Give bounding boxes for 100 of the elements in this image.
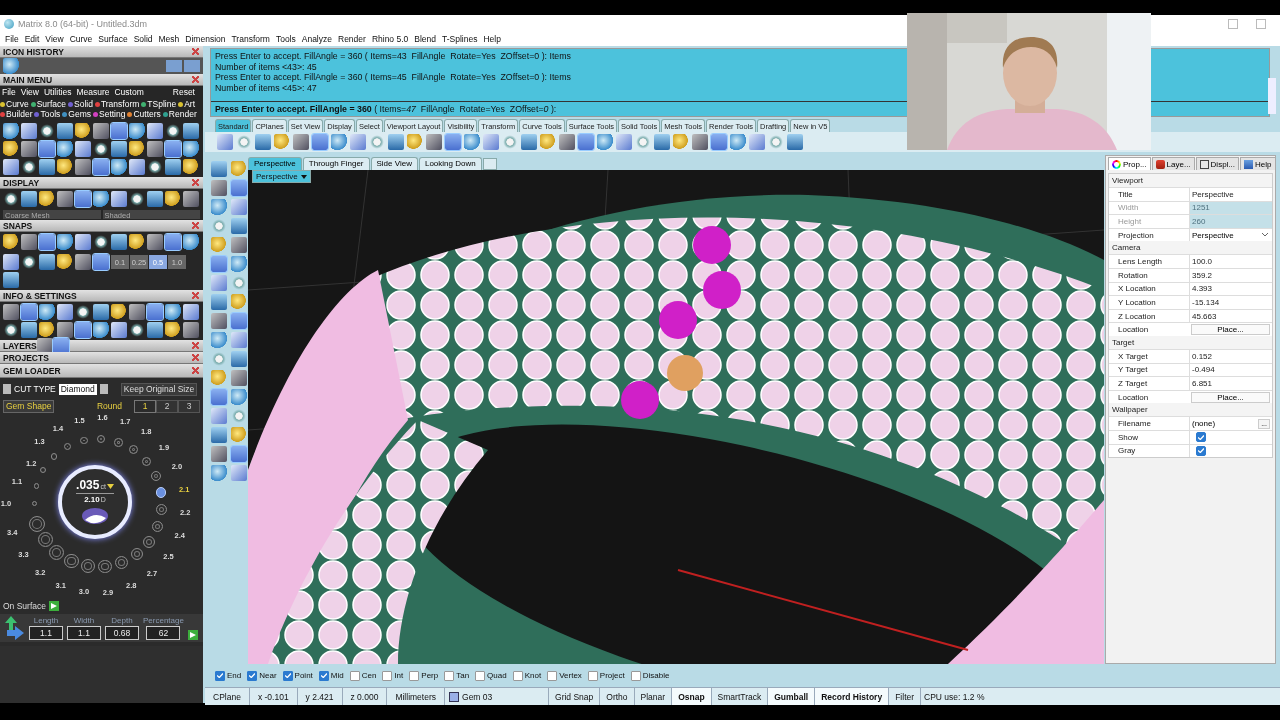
checkbox[interactable] (409, 670, 420, 681)
category-item[interactable]: Builder (0, 109, 33, 119)
toolbar-button[interactable] (183, 234, 199, 250)
category-item[interactable]: Solid (68, 99, 93, 109)
checkbox[interactable] (282, 670, 293, 681)
toolbar-button[interactable] (75, 304, 91, 320)
size-option[interactable] (151, 520, 164, 533)
checkbox[interactable] (1196, 445, 1206, 456)
size-option[interactable] (151, 470, 161, 481)
checkbox[interactable] (247, 670, 258, 681)
panel-tab[interactable]: Laye... (1151, 157, 1195, 170)
property-value[interactable]: 45.663 (1189, 309, 1272, 323)
size-option[interactable] (130, 547, 144, 560)
menu-item[interactable]: Mesh (155, 33, 183, 45)
size-option[interactable] (81, 559, 95, 574)
checkbox[interactable] (444, 670, 455, 681)
toolbar-button[interactable] (165, 322, 181, 338)
add-tab-button[interactable] (482, 158, 497, 170)
property-value[interactable]: 100.0 (1189, 255, 1272, 268)
panel-tab[interactable]: Displ... (1195, 157, 1240, 170)
scrollbar[interactable] (1268, 78, 1276, 114)
size-option[interactable] (40, 467, 47, 474)
size-option[interactable] (97, 435, 106, 444)
size-option[interactable] (64, 554, 79, 569)
toolbar-button[interactable] (129, 234, 145, 250)
place-button[interactable]: Place... (1191, 324, 1270, 336)
checkbox[interactable] (630, 670, 641, 681)
toolbar-button[interactable] (3, 191, 19, 207)
gem-shape-button[interactable]: Gem Shape (3, 399, 55, 413)
value-field[interactable]: 0.68 (105, 626, 139, 640)
size-option[interactable] (50, 453, 58, 460)
toolbar-button[interactable] (129, 191, 145, 207)
next-button[interactable] (99, 384, 108, 394)
size-option[interactable] (29, 515, 46, 532)
toolbar-button[interactable] (39, 304, 55, 320)
category-item[interactable]: Render (162, 109, 197, 119)
menu-item[interactable]: Custom (114, 87, 144, 97)
menu-item[interactable]: Rhino 5.0 (368, 33, 412, 45)
layer-name[interactable]: Gem 03 (462, 691, 493, 702)
viewport-tab[interactable]: Side View (370, 157, 418, 170)
status-toggle[interactable]: Osnap (672, 688, 712, 705)
size-option[interactable] (156, 504, 168, 516)
viewport-tab[interactable]: Perspective (248, 157, 302, 170)
toolbar-button[interactable] (183, 141, 199, 157)
toolbar-button[interactable] (75, 123, 91, 139)
checkbox[interactable] (215, 670, 225, 681)
toolbar-button[interactable] (57, 234, 73, 250)
menu-item[interactable]: Measure (76, 87, 110, 97)
panel-tab[interactable]: Help (1240, 157, 1276, 170)
toolbar-button[interactable] (165, 191, 181, 207)
toolbar-button[interactable] (39, 123, 55, 139)
toolbar-button[interactable] (111, 159, 127, 175)
toolbar-button[interactable] (3, 123, 19, 139)
menu-item[interactable]: Surface (95, 33, 131, 45)
menu-item[interactable]: File (2, 33, 22, 45)
toolbar-button[interactable] (183, 159, 199, 175)
category-item[interactable]: Surface (30, 99, 66, 109)
toolbar-button[interactable] (93, 191, 109, 207)
toolbar-button[interactable] (39, 322, 55, 338)
toolbar-button[interactable] (111, 304, 127, 320)
category-item[interactable]: Tools (34, 109, 61, 119)
checkbox[interactable] (547, 670, 558, 681)
menu-item[interactable]: File (2, 87, 16, 97)
toolbar-button[interactable] (57, 254, 73, 270)
toolbar-button[interactable] (147, 159, 163, 175)
toolbar-button[interactable] (129, 322, 145, 338)
category-item[interactable]: TSpline (141, 99, 177, 109)
category-item[interactable]: Art (178, 99, 195, 109)
toolbar-button[interactable] (39, 191, 55, 207)
toolbar-button[interactable] (3, 141, 19, 157)
value-field[interactable]: 1.1 (29, 626, 63, 640)
maximize-icon[interactable] (1228, 18, 1238, 29)
toolbar-button[interactable] (165, 304, 181, 320)
status-toggle[interactable]: Record History (815, 688, 890, 705)
size-option[interactable] (155, 487, 167, 498)
toolbar-button[interactable] (21, 254, 37, 270)
menu-item[interactable]: Transform (228, 33, 273, 45)
menu-item[interactable]: Analyze (298, 33, 335, 45)
menu-item[interactable]: Tools (272, 33, 299, 45)
menu-item[interactable]: Solid (130, 33, 156, 45)
property-value[interactable]: -0.494 (1189, 363, 1272, 377)
menu-item[interactable]: Utilities (44, 87, 72, 97)
viewport-label[interactable]: Perspective (252, 170, 311, 183)
panel-tab[interactable]: Prop... (1108, 157, 1151, 170)
menu-item[interactable]: Help (480, 33, 504, 45)
size-option[interactable] (115, 555, 129, 569)
category-item[interactable]: Setting (93, 109, 126, 119)
menu-item[interactable]: Edit (21, 33, 43, 45)
viewport-tab[interactable]: Through Finger (302, 157, 370, 170)
property-value[interactable]: 0.152 (1189, 349, 1272, 363)
property-value[interactable]: 6.851 (1189, 377, 1272, 390)
category-item[interactable]: Gems (62, 109, 91, 119)
menu-item[interactable]: Curve (66, 33, 96, 45)
property-value[interactable]: 4.393 (1189, 282, 1272, 296)
property-value[interactable]: -15.134 (1189, 296, 1272, 309)
menu-item[interactable]: Render (335, 33, 369, 45)
toolbar-button[interactable] (21, 159, 37, 175)
menu-item[interactable]: View (20, 87, 39, 97)
size-option[interactable] (143, 535, 156, 548)
status-toggle[interactable]: Filter (889, 688, 922, 705)
